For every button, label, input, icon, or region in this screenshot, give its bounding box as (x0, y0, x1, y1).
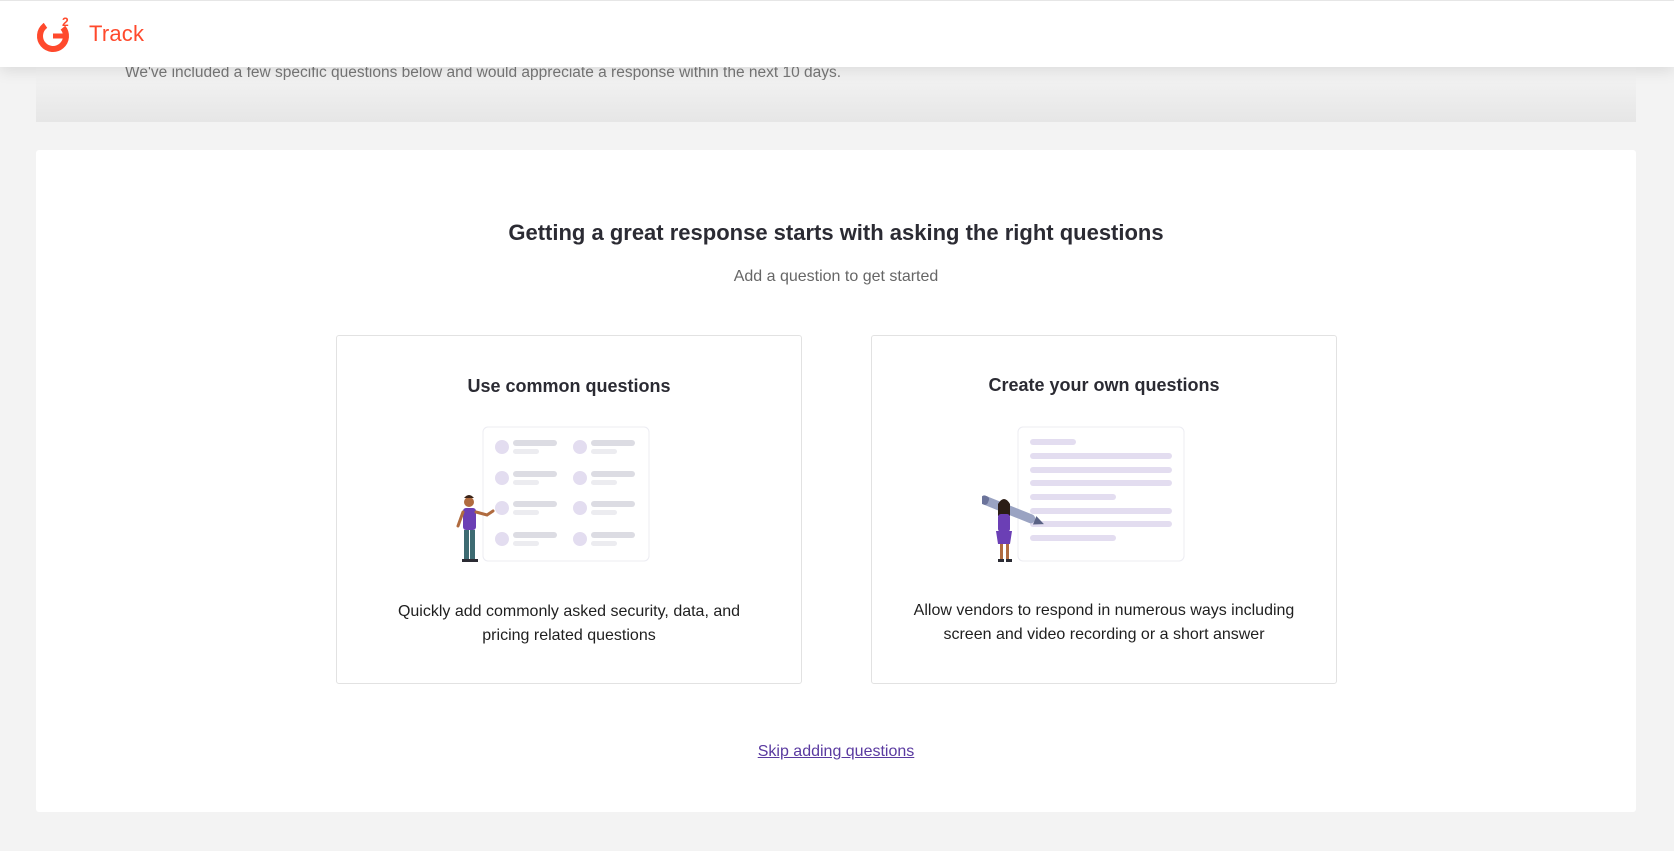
card-title: Use common questions (467, 376, 671, 396)
svg-text:2: 2 (62, 15, 69, 29)
card-title: Create your own questions (988, 375, 1220, 395)
pen-writing-illustration-icon (982, 426, 1185, 562)
question-list-illustration-icon (456, 426, 650, 562)
skip-container: Skip adding questions (36, 743, 1636, 761)
question-setup-panel: Getting a great response starts with ask… (36, 150, 1636, 812)
intro-text: We've included a few specific questions … (125, 66, 842, 80)
intro-banner: We've included a few specific questions … (36, 66, 1636, 122)
create-own-questions-card[interactable]: Create your own questions Allow vendors … (871, 335, 1337, 684)
card-description: Allow vendors to respond in numerous way… (913, 602, 1295, 643)
skip-adding-questions-link[interactable]: Skip adding questions (758, 743, 915, 760)
card-description: Quickly add commonly asked security, dat… (397, 603, 741, 644)
page-title: Getting a great response starts with ask… (508, 220, 1164, 245)
g2-logo-icon[interactable]: 2 (36, 15, 74, 53)
page-subtitle: Add a question to get started (733, 268, 939, 285)
brand-name[interactable]: Track (89, 21, 144, 47)
use-common-questions-card[interactable]: Use common questions Quickly add commonl… (336, 335, 802, 684)
top-navigation-bar: 2 Track (0, 0, 1674, 67)
